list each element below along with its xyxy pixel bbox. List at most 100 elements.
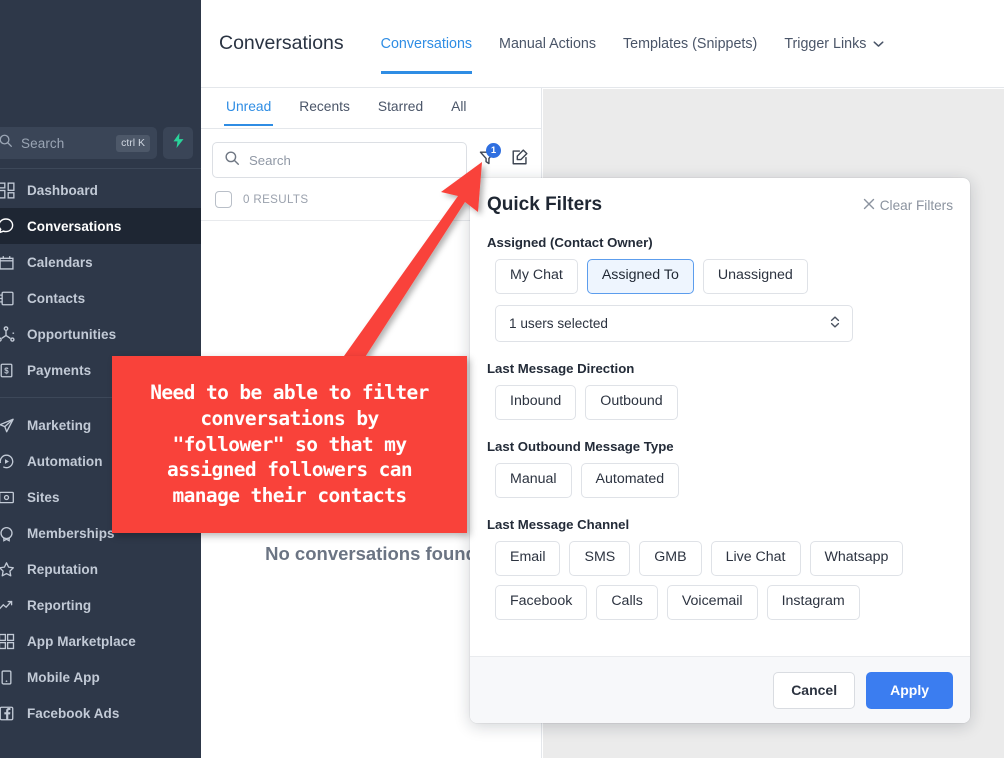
quick-filters-body: Quick Filters Clear Filters Assigned (Co… bbox=[470, 178, 970, 630]
trend-arrow-icon bbox=[0, 597, 16, 614]
search-icon bbox=[224, 150, 240, 171]
subtab-starred[interactable]: Starred bbox=[364, 88, 437, 126]
tab-templates-snippets[interactable]: Templates (Snippets) bbox=[623, 6, 757, 82]
filter-chip-my-chat[interactable]: My Chat bbox=[495, 259, 578, 294]
filter-chip-automated[interactable]: Automated bbox=[580, 462, 680, 498]
sidebar-item-label: Reputation bbox=[27, 561, 98, 577]
annotation-callout: Need to be able to filter conversations … bbox=[112, 356, 467, 533]
sidebar-item-dashboard[interactable]: Dashboard bbox=[0, 172, 201, 208]
section-label-assigned: Assigned (Contact Owner) bbox=[487, 235, 653, 250]
assigned-options-row: My Chat Assigned To Unassigned bbox=[487, 259, 953, 294]
compose-message-button[interactable] bbox=[507, 147, 531, 173]
quick-action-bolt-button[interactable] bbox=[163, 127, 193, 159]
filter-chip-sms[interactable]: SMS bbox=[569, 540, 631, 576]
select-all-checkbox[interactable] bbox=[215, 191, 232, 208]
tab-label: Templates (Snippets) bbox=[623, 35, 758, 52]
filter-chip-calls[interactable]: Calls bbox=[596, 584, 658, 620]
sidebar-item-reputation[interactable]: Reputation bbox=[0, 551, 201, 587]
subtab-all[interactable]: All bbox=[437, 88, 480, 126]
outbound-type-options-row: Manual Automated bbox=[487, 462, 953, 498]
filter-chip-outbound[interactable]: Outbound bbox=[585, 384, 678, 420]
annotation-text: Need to be able to filter conversations … bbox=[150, 381, 429, 508]
sites-window-icon bbox=[0, 489, 16, 506]
tab-trigger-links[interactable]: Trigger Links bbox=[784, 6, 884, 82]
top-header-bar: Conversations Conversations Manual Actio… bbox=[201, 0, 1004, 88]
contacts-book-icon bbox=[0, 290, 16, 307]
section-label-channel: Last Message Channel bbox=[487, 516, 630, 532]
filter-chip-instagram[interactable]: Instagram bbox=[766, 584, 860, 620]
filter-chip-voicemail[interactable]: Voicemail bbox=[666, 584, 758, 620]
cancel-button[interactable]: Cancel bbox=[773, 671, 856, 709]
clear-filters-button[interactable]: Clear Filters bbox=[863, 194, 953, 213]
tab-label: Trigger Links bbox=[784, 35, 867, 52]
filter-chip-manual[interactable]: Manual bbox=[495, 462, 572, 498]
sidebar-item-conversations[interactable]: Conversations bbox=[0, 208, 201, 244]
search-icon bbox=[0, 133, 13, 153]
play-circle-icon bbox=[0, 453, 16, 470]
sidebar-item-app-marketplace[interactable]: App Marketplace bbox=[0, 623, 201, 659]
filter-chip-live-chat[interactable]: Live Chat bbox=[710, 540, 801, 576]
sidebar-item-label: Mobile App bbox=[27, 669, 100, 685]
memberships-badge-icon bbox=[0, 525, 16, 542]
sidebar-item-calendars[interactable]: Calendars bbox=[0, 244, 201, 280]
tab-conversations[interactable]: Conversations bbox=[380, 6, 473, 82]
user-select-value: 1 users selected bbox=[509, 315, 608, 331]
sidebar-search-input[interactable]: Search ctrl K bbox=[0, 127, 157, 159]
payments-dollar-icon: $ bbox=[0, 362, 16, 379]
facebook-icon bbox=[0, 705, 16, 722]
user-select-dropdown[interactable]: 1 users selected bbox=[495, 304, 853, 342]
section-label-direction: Last Message Direction bbox=[487, 360, 635, 376]
channel-options-row: Email SMS GMB Live Chat Whatsapp Faceboo… bbox=[487, 540, 953, 620]
tab-label: Manual Actions bbox=[499, 35, 597, 52]
calendar-icon bbox=[0, 254, 16, 271]
filter-chip-whatsapp[interactable]: Whatsapp bbox=[809, 540, 904, 576]
sidebar-item-label: Memberships bbox=[27, 525, 115, 541]
page-title: Conversations bbox=[219, 32, 344, 54]
filter-chip-email[interactable]: Email bbox=[495, 540, 561, 576]
dashboard-grid-icon bbox=[0, 181, 16, 199]
sidebar-item-label: Conversations bbox=[27, 218, 122, 234]
sidebar-item-label: Opportunities bbox=[27, 326, 117, 342]
section-label-outbound-type: Last Outbound Message Type bbox=[487, 438, 674, 454]
sidebar-item-opportunities[interactable]: Opportunities bbox=[0, 316, 201, 352]
svg-text:$: $ bbox=[4, 366, 9, 375]
filter-chip-unassigned[interactable]: Unassigned bbox=[702, 259, 808, 294]
subtab-unread[interactable]: Unread bbox=[212, 88, 285, 126]
lightning-bolt-icon bbox=[172, 133, 185, 153]
sidebar-item-label: Reporting bbox=[27, 597, 92, 613]
search-shortcut-badge: ctrl K bbox=[116, 134, 150, 152]
apply-button[interactable]: Apply bbox=[866, 671, 953, 709]
filter-chip-assigned-to[interactable]: Assigned To bbox=[586, 259, 694, 294]
chat-bubble-icon bbox=[0, 217, 16, 235]
clear-filters-label: Clear Filters bbox=[879, 198, 953, 213]
sidebar-item-mobile-app[interactable]: Mobile App bbox=[0, 659, 201, 695]
quick-filters-popover: Quick Filters Clear Filters Assigned (Co… bbox=[470, 178, 970, 723]
subtab-label: All bbox=[451, 99, 467, 114]
filter-chip-inbound[interactable]: Inbound bbox=[495, 384, 577, 420]
sidebar-divider-top bbox=[0, 168, 201, 169]
sidebar-item-contacts[interactable]: Contacts bbox=[0, 280, 201, 316]
subtab-label: Recents bbox=[299, 99, 350, 114]
filter-count-badge: 1 bbox=[486, 143, 501, 158]
compose-pencil-icon bbox=[510, 148, 529, 172]
subtab-label: Unread bbox=[226, 99, 272, 114]
sidebar-item-reporting[interactable]: Reporting bbox=[0, 587, 201, 623]
quick-filters-title: Quick Filters bbox=[487, 194, 603, 215]
opportunities-icon bbox=[0, 325, 16, 343]
app-grid-icon bbox=[0, 633, 16, 650]
sidebar-item-facebook-ads[interactable]: Facebook Ads bbox=[0, 695, 201, 731]
subtab-label: Starred bbox=[377, 99, 424, 114]
sidebar-search-placeholder: Search bbox=[21, 135, 65, 151]
conversation-search-placeholder: Search bbox=[249, 152, 291, 168]
sidebar-item-label: Calendars bbox=[27, 254, 93, 270]
tab-manual-actions[interactable]: Manual Actions bbox=[499, 6, 596, 82]
filter-chip-facebook[interactable]: Facebook bbox=[495, 584, 588, 620]
filter-funnel-button[interactable]: 1 bbox=[475, 143, 501, 173]
sidebar-item-label: Contacts bbox=[27, 290, 86, 306]
conversation-search-input[interactable]: Search bbox=[212, 142, 467, 178]
direction-options-row: Inbound Outbound bbox=[487, 384, 953, 420]
filter-chip-gmb[interactable]: GMB bbox=[639, 540, 702, 576]
sidebar-item-label: Marketing bbox=[27, 417, 92, 433]
sidebar-item-label: Dashboard bbox=[27, 182, 98, 198]
subtab-recents[interactable]: Recents bbox=[285, 88, 364, 126]
